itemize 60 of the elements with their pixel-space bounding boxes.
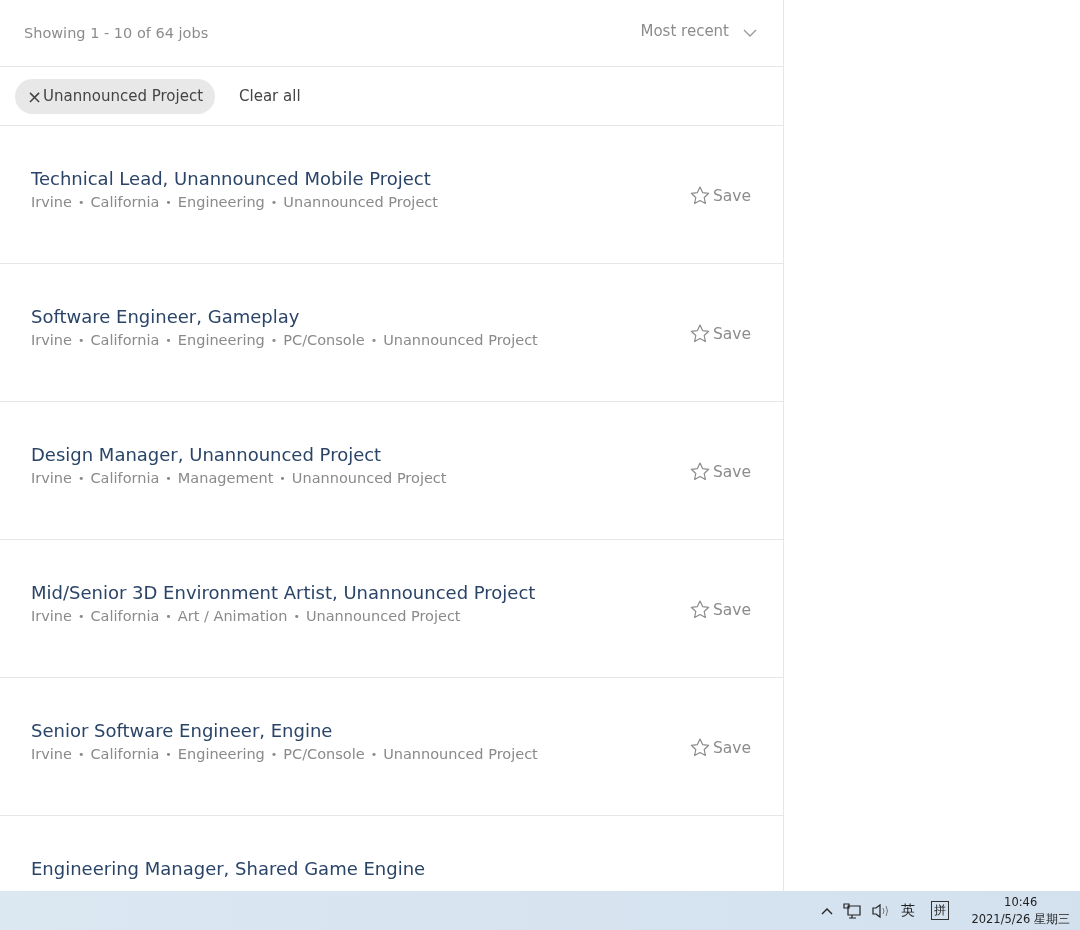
separator-dot: • (77, 747, 85, 761)
star-icon (689, 324, 710, 343)
network-icon[interactable] (843, 902, 862, 919)
job-tag: Engineering (177, 332, 265, 348)
separator-dot: • (165, 747, 172, 761)
job-tag: Irvine (31, 470, 72, 486)
separator-dot: • (279, 471, 286, 485)
separator-dot: • (165, 609, 172, 623)
separator-dot: • (270, 333, 278, 347)
job-tag: California (90, 608, 160, 624)
ime-indicator[interactable]: 拼 (931, 901, 950, 920)
star-icon (689, 738, 710, 757)
input-language-indicator[interactable]: 英 (901, 901, 916, 920)
separator-dot: • (293, 609, 300, 623)
separator-dot: • (77, 195, 85, 209)
job-tag: Engineering (177, 746, 265, 762)
clock-date[interactable]: 2021/5/26 星期三 (971, 910, 1070, 928)
job-tag: Irvine (31, 608, 72, 624)
job-title-link[interactable]: Mid/Senior 3D Environment Artist, Unannounced Project (31, 582, 536, 604)
job-title-link[interactable]: Design Manager, Unannounced Project (31, 444, 447, 466)
star-icon (689, 462, 710, 481)
job-tag: PC/Console (283, 332, 365, 348)
results-summary: Showing 1 - 10 of 64 jobs (24, 25, 209, 41)
clear-all-link[interactable]: Clear all (231, 87, 309, 105)
separator-dot: • (270, 747, 278, 761)
separator-dot: • (165, 471, 172, 485)
job-tag: Unannounced Project (305, 608, 461, 624)
job-tag: Management (177, 470, 274, 486)
job-tag: Irvine (31, 746, 72, 762)
filter-chip[interactable]: ×Unannounced Project (15, 78, 216, 114)
separator-dot: • (370, 747, 378, 761)
job-tag: Unannounced Project (283, 194, 438, 210)
job-title-link[interactable]: Senior Software Engineer, Engine (31, 720, 538, 742)
job-tag: PC/Console (283, 746, 365, 762)
separator-dot: • (270, 195, 278, 209)
job-tag: California (90, 470, 160, 486)
job-tag: California (90, 332, 160, 348)
job-title-link[interactable]: Engineering Manager, Shared Game Engine (31, 858, 426, 880)
job-tag: California (90, 194, 160, 210)
job-tag: Art / Animation (177, 608, 288, 624)
job-tag: Engineering (177, 194, 265, 210)
job-tag: Irvine (31, 332, 72, 348)
job-title-link[interactable]: Software Engineer, Gameplay (31, 306, 538, 328)
job-tag: California (90, 746, 160, 762)
chevron-down-icon (743, 29, 757, 37)
job-tag: Unannounced Project (291, 470, 447, 486)
star-icon (689, 600, 710, 619)
job-tag: Unannounced Project (383, 332, 538, 348)
separator-dot: • (370, 333, 378, 347)
chevron-up-icon[interactable] (821, 906, 834, 915)
separator-dot: • (77, 471, 85, 485)
job-tag: Irvine (31, 194, 72, 210)
job-title-link[interactable]: Technical Lead, Unannounced Mobile Project (31, 168, 438, 190)
star-icon (689, 186, 710, 205)
clock-time[interactable]: 10:46 (1004, 893, 1038, 911)
separator-dot: • (165, 195, 172, 209)
separator-dot: • (77, 333, 85, 347)
separator-dot: • (165, 333, 172, 347)
separator-dot: • (77, 609, 85, 623)
job-tag: Unannounced Project (383, 746, 538, 762)
